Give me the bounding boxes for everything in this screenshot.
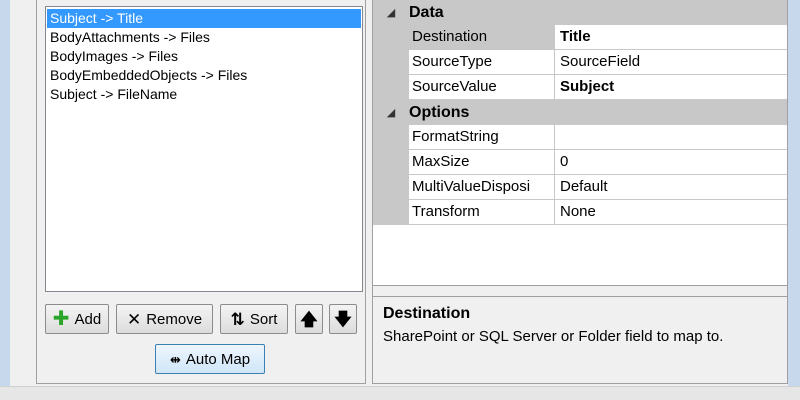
property-value[interactable]: Default xyxy=(555,175,787,200)
sort-button-label: Sort xyxy=(249,310,278,328)
property-row-multivaluedisposition[interactable]: MultiValueDisposi Default xyxy=(373,175,787,200)
list-item[interactable]: Subject -> FileName xyxy=(47,85,361,104)
property-name: SourceType xyxy=(409,50,555,75)
x-icon: ✕ xyxy=(126,309,142,329)
row-gutter xyxy=(373,50,409,75)
property-grid[interactable]: ◢ Data Destination Title SourceType Sour… xyxy=(373,0,787,286)
row-gutter xyxy=(373,200,409,225)
property-name: MaxSize xyxy=(409,150,555,175)
row-gutter xyxy=(373,75,409,100)
property-value[interactable]: Subject xyxy=(555,75,787,100)
list-item[interactable]: BodyEmbeddedObjects -> Files xyxy=(47,66,361,85)
status-bar xyxy=(0,386,800,400)
property-value[interactable]: None xyxy=(555,200,787,225)
category-label: Options xyxy=(409,103,470,121)
property-row-sourcevalue[interactable]: SourceValue Subject xyxy=(373,75,787,100)
move-up-button[interactable]: 🡅 xyxy=(295,304,323,334)
row-gutter xyxy=(373,25,409,50)
list-item[interactable]: BodyImages -> Files xyxy=(47,47,361,66)
row-gutter xyxy=(373,125,409,150)
category-data[interactable]: ◢ Data xyxy=(373,0,787,25)
property-value[interactable]: Title xyxy=(555,25,787,50)
remove-button[interactable]: ✕ Remove xyxy=(116,304,213,334)
property-name: Destination xyxy=(409,25,555,50)
property-row-destination[interactable]: Destination Title xyxy=(373,25,787,50)
auto-map-icon: ⇹ xyxy=(169,351,181,367)
window-frame-right xyxy=(788,0,800,400)
remove-button-label: Remove xyxy=(146,310,203,328)
add-button-label: Add xyxy=(74,310,102,328)
help-description: SharePoint or SQL Server or Folder field… xyxy=(383,328,724,345)
property-name: SourceValue xyxy=(409,75,555,100)
property-name: Transform xyxy=(409,200,555,225)
plus-icon: ✚ xyxy=(52,308,70,330)
collapse-icon[interactable]: ◢ xyxy=(373,6,409,19)
property-help-pane: Destination SharePoint or SQL Server or … xyxy=(373,296,787,382)
mapping-panel: Subject -> Title BodyAttachments -> File… xyxy=(36,0,366,384)
mapping-list[interactable]: Subject -> Title BodyAttachments -> File… xyxy=(45,6,363,292)
row-gutter xyxy=(373,150,409,175)
collapse-icon[interactable]: ◢ xyxy=(373,106,409,119)
property-name: FormatString xyxy=(409,125,555,150)
property-row-maxsize[interactable]: MaxSize 0 xyxy=(373,150,787,175)
category-label: Data xyxy=(409,3,444,21)
sort-button[interactable]: ⇅ Sort xyxy=(220,304,288,334)
sort-icon: ⇅ xyxy=(230,309,245,329)
property-value[interactable]: 0 xyxy=(555,150,787,175)
auto-map-button[interactable]: ⇹ Auto Map xyxy=(155,344,265,374)
row-gutter xyxy=(373,175,409,200)
arrow-up-icon: 🡅 xyxy=(300,309,318,329)
list-item[interactable]: BodyAttachments -> Files xyxy=(47,28,361,47)
property-name: MultiValueDisposi xyxy=(409,175,555,200)
auto-map-button-label: Auto Map xyxy=(185,350,251,368)
property-row-sourcetype[interactable]: SourceType SourceField xyxy=(373,50,787,75)
move-down-button[interactable]: 🡇 xyxy=(329,304,357,334)
property-row-transform[interactable]: Transform None xyxy=(373,200,787,225)
arrow-down-icon: 🡇 xyxy=(334,309,352,329)
category-options[interactable]: ◢ Options xyxy=(373,100,787,125)
property-value[interactable]: SourceField xyxy=(555,50,787,75)
property-row-formatstring[interactable]: FormatString xyxy=(373,125,787,150)
properties-panel: ◢ Data Destination Title SourceType Sour… xyxy=(372,0,788,384)
property-value[interactable] xyxy=(555,125,787,150)
add-button[interactable]: ✚ Add xyxy=(45,304,109,334)
help-title: Destination xyxy=(383,305,471,322)
window-frame-left xyxy=(0,0,10,400)
list-item[interactable]: Subject -> Title xyxy=(47,9,361,28)
